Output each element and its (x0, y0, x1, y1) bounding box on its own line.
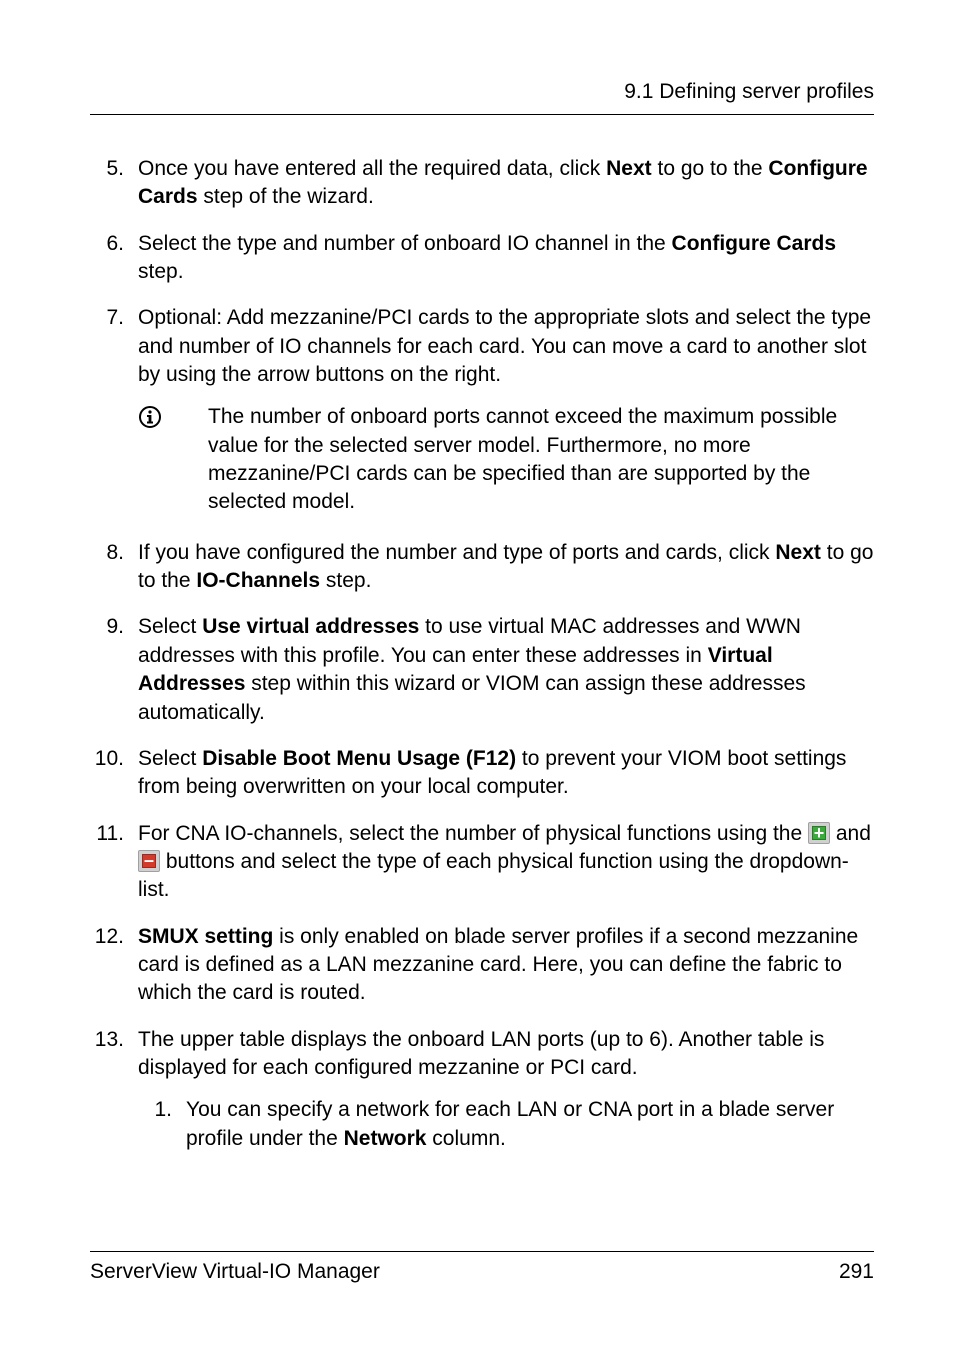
step-number: 11. (90, 820, 138, 905)
step-text: Select Disable Boot Menu Usage (F12) to … (138, 745, 874, 802)
bold-text: Configure Cards (672, 232, 837, 255)
text: Select (138, 747, 202, 770)
text: Select the type and number of onboard IO… (138, 232, 672, 255)
bold-text: Disable Boot Menu Usage (F12) (202, 747, 516, 770)
text: and (830, 822, 871, 845)
step-number: 5. (90, 155, 138, 212)
bold-text: IO-Channels (196, 569, 320, 592)
plus-icon (808, 822, 830, 844)
bold-text: Next (606, 157, 652, 180)
bold-text: Next (775, 541, 821, 564)
step-text: Select Use virtual addresses to use virt… (138, 613, 874, 726)
body-content: 5. Once you have entered all the require… (90, 155, 874, 1163)
text: For CNA IO-channels, select the number o… (138, 822, 808, 845)
text: step. (320, 569, 371, 592)
bold-text: SMUX setting (138, 925, 273, 948)
footer-product: ServerView Virtual-IO Manager (90, 1260, 380, 1284)
footer-page-number: 291 (839, 1260, 874, 1284)
text: You can specify a network for each LAN o… (186, 1098, 834, 1149)
substep-number: 1. (138, 1096, 186, 1153)
text: to go to the (652, 157, 769, 180)
section-header: 9.1 Defining server profiles (90, 80, 874, 104)
text: step. (138, 260, 184, 283)
step-number: 8. (90, 539, 138, 596)
step-text: For CNA IO-channels, select the number o… (138, 820, 874, 905)
text: Once you have entered all the required d… (138, 157, 606, 180)
text: Optional: Add mezzanine/PCI cards to the… (138, 306, 871, 386)
bold-text: Network (344, 1127, 427, 1150)
step-number: 12. (90, 923, 138, 1008)
header-rule (90, 114, 874, 115)
bold-text: Use virtual addresses (202, 615, 419, 638)
step-number: 6. (90, 230, 138, 287)
text: column. (426, 1127, 505, 1150)
step-text: Once you have entered all the required d… (138, 155, 874, 212)
step-number: 7. (90, 304, 138, 520)
step-text: Optional: Add mezzanine/PCI cards to the… (138, 304, 874, 520)
minus-icon (138, 850, 160, 872)
step-text: SMUX setting is only enabled on blade se… (138, 923, 874, 1008)
substep-text: You can specify a network for each LAN o… (186, 1096, 874, 1153)
text: step of the wizard. (198, 185, 374, 208)
info-note-text: The number of onboard ports cannot excee… (208, 403, 874, 516)
step-number: 10. (90, 745, 138, 802)
text: If you have configured the number and ty… (138, 541, 775, 564)
step-text: If you have configured the number and ty… (138, 539, 874, 596)
step-text: The upper table displays the onboard LAN… (138, 1026, 874, 1163)
text: Select (138, 615, 202, 638)
step-number: 9. (90, 613, 138, 726)
footer-rule (90, 1251, 874, 1252)
text: The upper table displays the onboard LAN… (138, 1028, 824, 1079)
page-footer: ServerView Virtual-IO Manager 291 (90, 1251, 874, 1284)
step-text: Select the type and number of onboard IO… (138, 230, 874, 287)
step-number: 13. (90, 1026, 138, 1163)
text: buttons and select the type of each phys… (138, 850, 849, 901)
info-icon (138, 405, 162, 429)
